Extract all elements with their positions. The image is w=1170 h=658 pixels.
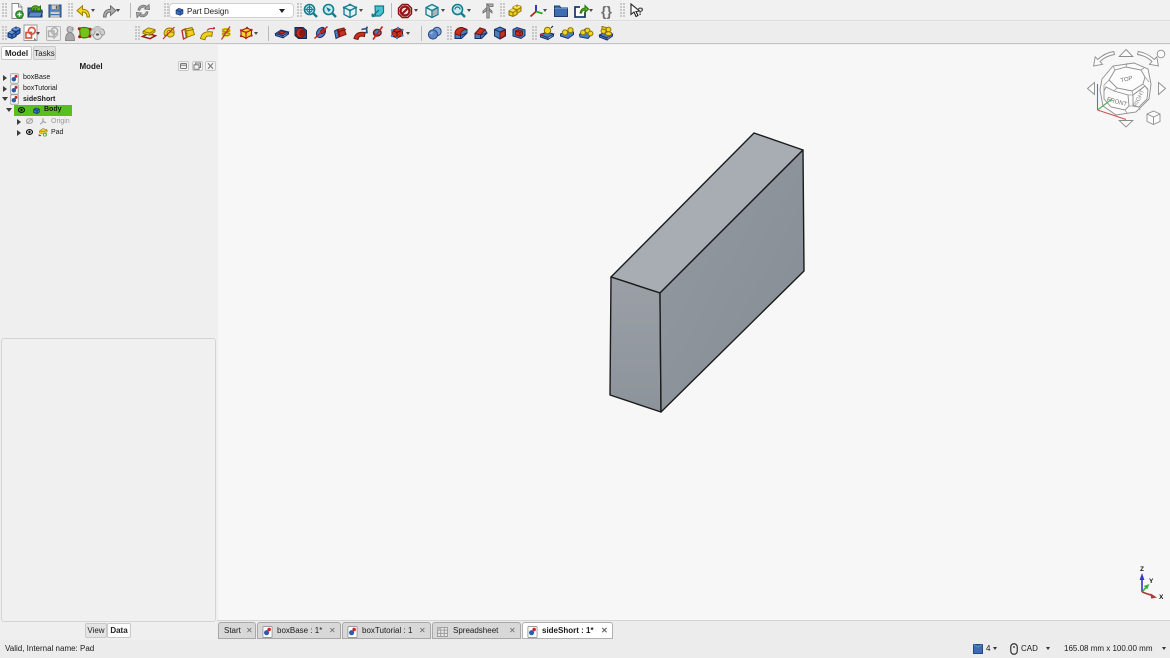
- svg-text:Z: Z: [1140, 566, 1144, 573]
- svg-text:{}: {}: [601, 3, 612, 19]
- svg-text:Y: Y: [1149, 578, 1154, 585]
- svg-text:X: X: [1159, 594, 1164, 601]
- svg-text:?: ?: [637, 6, 644, 18]
